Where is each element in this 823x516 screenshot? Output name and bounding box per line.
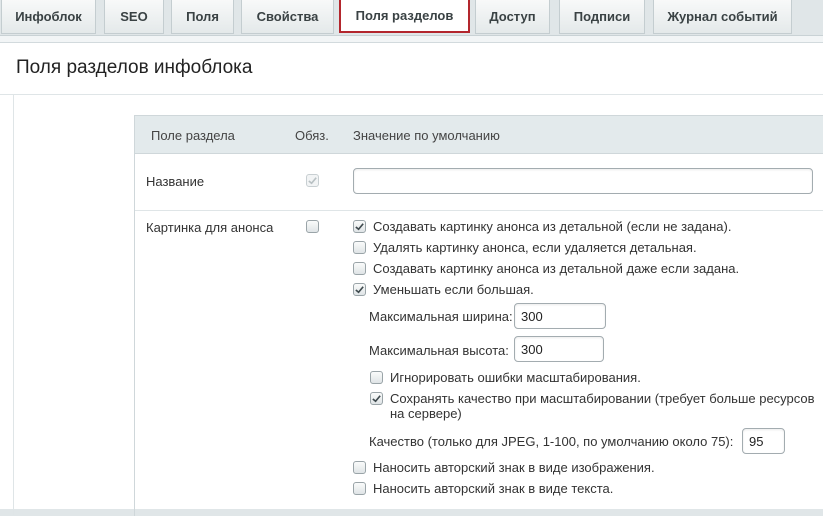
- tab-label: Свойства: [256, 9, 319, 24]
- settings-panel: Поля разделов инфоблока Поле раздела Обя…: [0, 42, 823, 516]
- watermark-image-label: Наносить авторский знак в виде изображен…: [373, 460, 655, 475]
- tab-bar: Инфоблок SEO Поля Свойства Поля разделов…: [0, 0, 823, 42]
- section-fields-table: Поле раздела Обяз. Значение по умолчанию…: [134, 115, 823, 516]
- tab-bar-underline: [0, 35, 823, 42]
- tab-captions[interactable]: Подписи: [559, 0, 645, 34]
- option-checkbox-create-from-detail[interactable]: [353, 220, 366, 233]
- left-gutter-line: [13, 95, 14, 515]
- row-label: Картинка для анонса: [146, 220, 274, 235]
- required-checkbox-name[interactable]: [306, 174, 319, 187]
- watermark-text-checkbox[interactable]: [353, 482, 366, 495]
- tab-label: SEO: [120, 9, 148, 24]
- checkmark-icon: [372, 395, 381, 403]
- quality-label: Качество (только для JPEG, 1-100, по умо…: [369, 434, 734, 449]
- row-separator: [135, 210, 823, 211]
- max-height-label: Максимальная высота:: [369, 343, 509, 358]
- checkmark-icon: [355, 286, 364, 294]
- max-height-input[interactable]: [514, 336, 604, 362]
- tab-seo[interactable]: SEO: [104, 0, 164, 34]
- tab-label: Доступ: [489, 9, 536, 24]
- checkmark-icon: [308, 177, 317, 185]
- row-label: Название: [146, 174, 205, 189]
- table-header: Поле раздела Обяз. Значение по умолчанию: [135, 116, 823, 154]
- title-divider: [0, 94, 823, 95]
- required-checkbox-preview-image[interactable]: [306, 220, 319, 233]
- option-label: Уменьшать если большая.: [373, 282, 534, 297]
- ignore-scaling-errors-label: Игнорировать ошибки масштабирования.: [390, 370, 641, 385]
- option-checkbox-create-even-if-set[interactable]: [353, 262, 366, 275]
- tab-label: Инфоблок: [15, 9, 82, 24]
- checkmark-icon: [355, 223, 364, 231]
- keep-quality-label: Сохранять качество при масштабировании (…: [390, 391, 815, 406]
- max-width-input[interactable]: [514, 303, 606, 329]
- option-label: Создавать картинку анонса из детальной (…: [373, 219, 732, 234]
- watermark-image-checkbox[interactable]: [353, 461, 366, 474]
- ignore-scaling-errors-checkbox[interactable]: [370, 371, 383, 384]
- quality-input[interactable]: [742, 428, 785, 454]
- max-width-label: Максимальная ширина:: [369, 309, 513, 324]
- option-label: Создавать картинку анонса из детальной д…: [373, 261, 740, 276]
- tab-label: Подписи: [573, 9, 631, 24]
- page-title: Поля разделов инфоблока: [16, 57, 253, 78]
- tab-event-log[interactable]: Журнал событий: [653, 0, 792, 34]
- header-field: Поле раздела: [151, 128, 235, 143]
- option-checkbox-resize-if-large[interactable]: [353, 283, 366, 296]
- tab-label: Поля: [186, 9, 219, 24]
- tab-properties[interactable]: Свойства: [241, 0, 334, 34]
- tab-section-fields[interactable]: Поля разделов: [339, 0, 470, 33]
- tab-access[interactable]: Доступ: [475, 0, 550, 34]
- option-label: Удалять картинку анонса, если удаляется …: [373, 240, 697, 255]
- keep-quality-label-cont: на сервере): [390, 406, 462, 421]
- keep-quality-checkbox[interactable]: [370, 392, 383, 405]
- header-required: Обяз.: [295, 128, 329, 143]
- option-checkbox-delete-with-detail[interactable]: [353, 241, 366, 254]
- name-default-input[interactable]: [353, 168, 813, 194]
- watermark-text-label: Наносить авторский знак в виде текста.: [373, 481, 614, 496]
- tab-infoblock[interactable]: Инфоблок: [1, 0, 96, 34]
- tab-label: Поля разделов: [355, 8, 454, 23]
- tab-fields[interactable]: Поля: [171, 0, 234, 34]
- header-default-value: Значение по умолчанию: [353, 128, 500, 143]
- tab-label: Журнал событий: [667, 9, 778, 24]
